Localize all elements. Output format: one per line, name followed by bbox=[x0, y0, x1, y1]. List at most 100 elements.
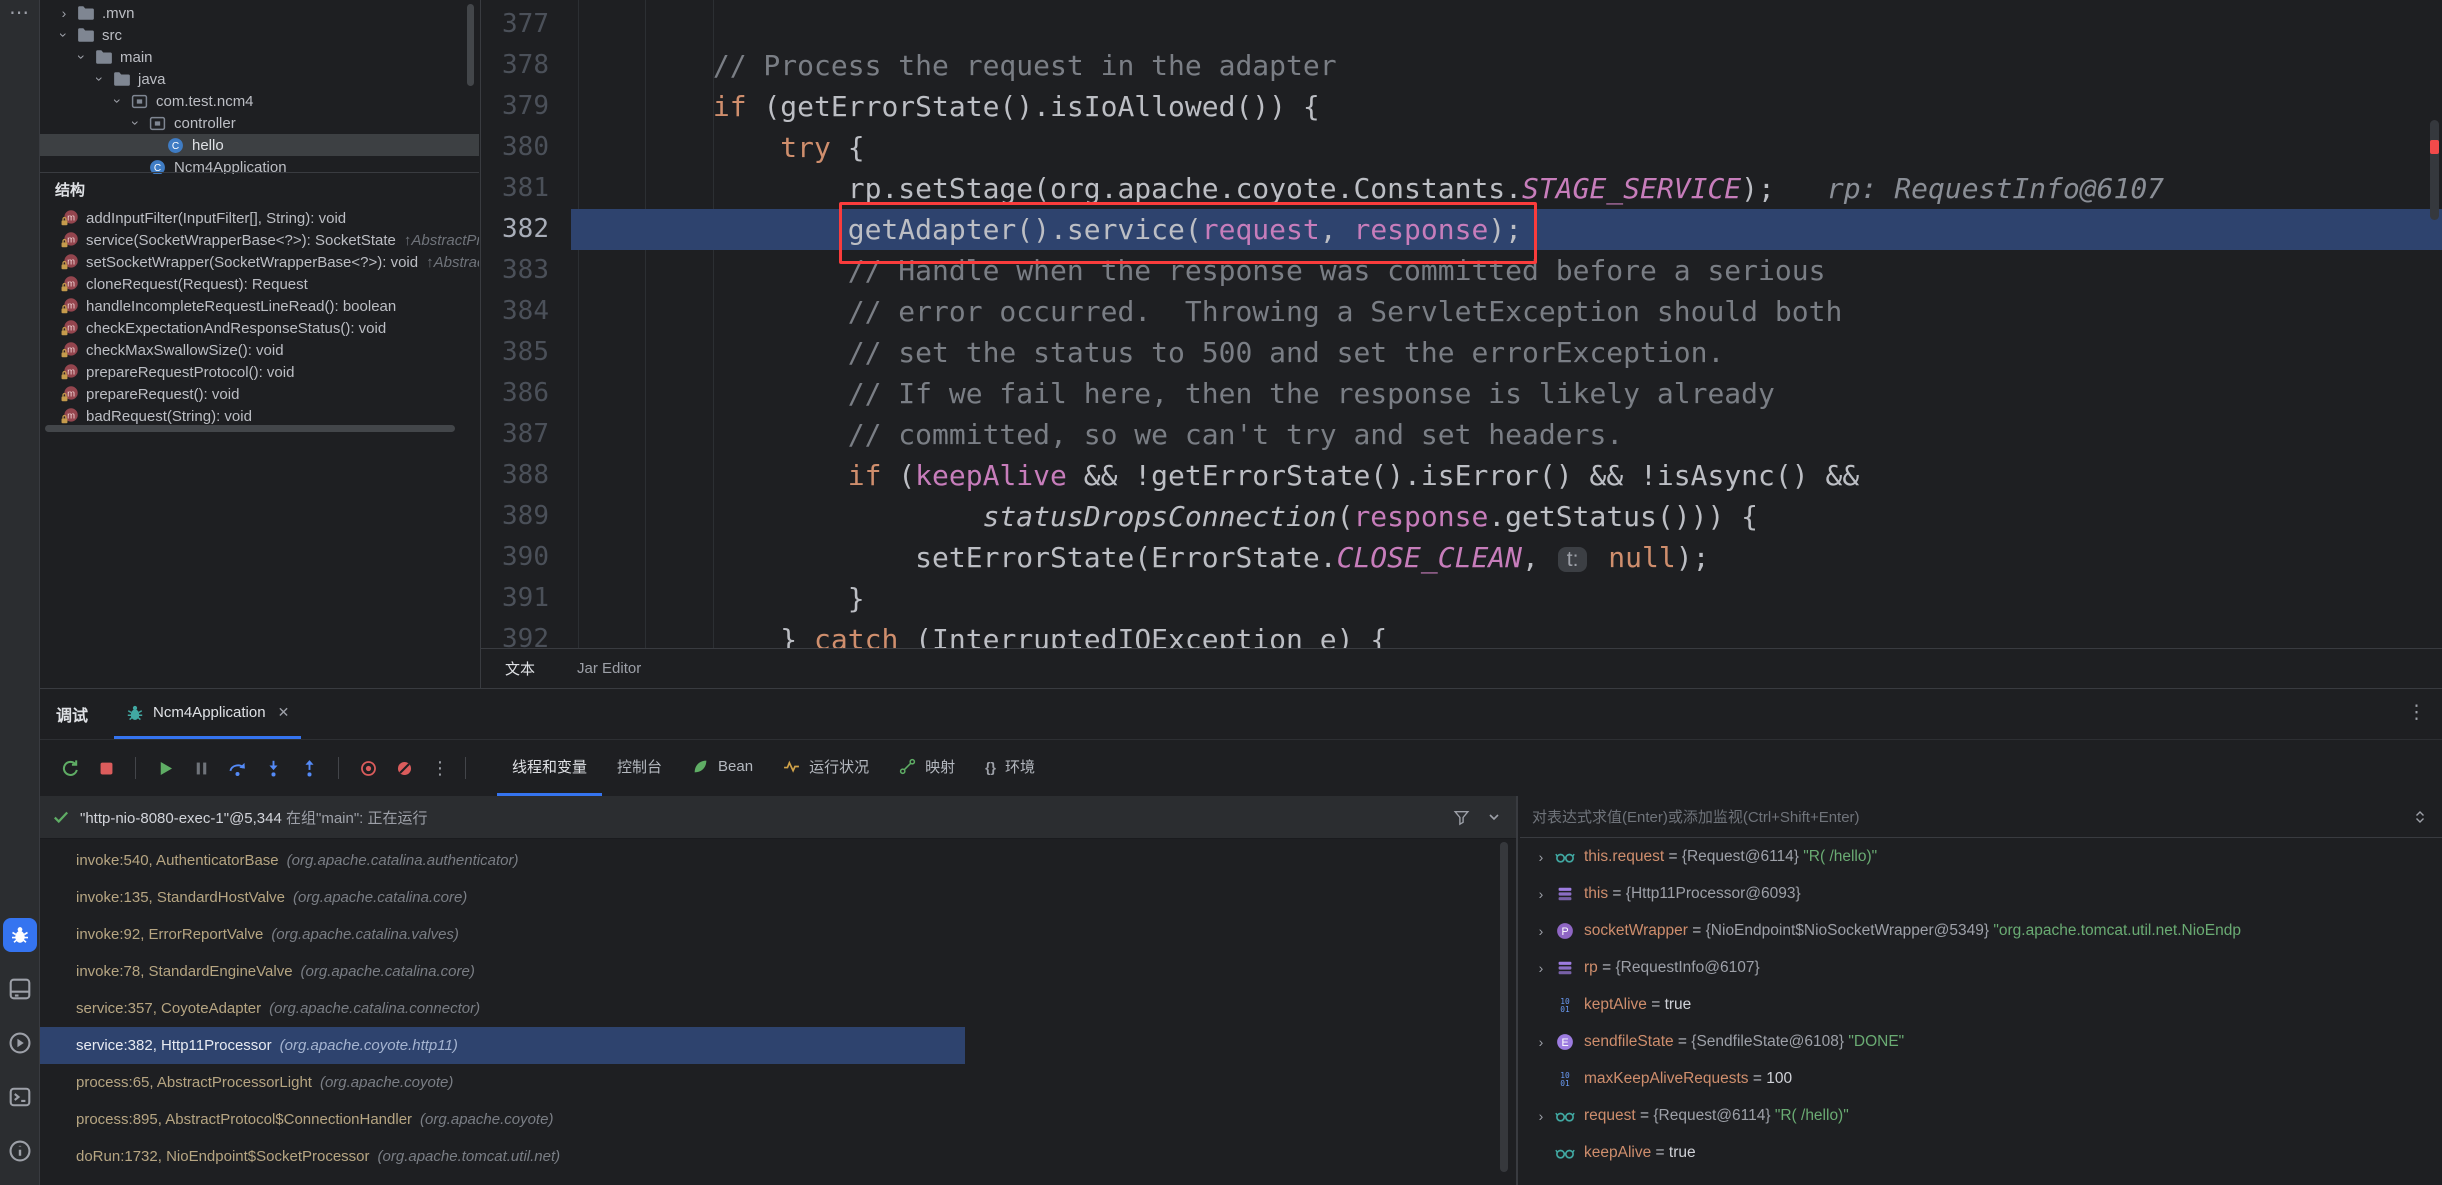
structure-method-item[interactable]: maddInputFilter(InputFilter[], String): … bbox=[40, 207, 479, 229]
evaluate-expression-field[interactable]: 对表达式求值(Enter)或添加监视(Ctrl+Shift+Enter) bbox=[1520, 796, 2442, 838]
expanded-chevron-icon[interactable]: › bbox=[71, 47, 93, 67]
resume-button[interactable] bbox=[149, 752, 181, 784]
code-line[interactable]: 387 // committed, so we can't try and se… bbox=[481, 414, 2442, 455]
structure-method-item[interactable]: mcloneRequest(Request): Request bbox=[40, 273, 479, 295]
chevron-down-icon[interactable] bbox=[1486, 809, 1502, 825]
debug-tab-线程和变量[interactable]: 线程和变量 bbox=[497, 740, 602, 796]
rail-tool-info[interactable] bbox=[3, 1134, 37, 1168]
line-number[interactable]: 391 bbox=[481, 578, 571, 619]
code-line[interactable]: 379 if (getErrorState().isIoAllowed()) { bbox=[481, 86, 2442, 127]
kebab-menu-icon[interactable]: ⋮ bbox=[2407, 701, 2426, 724]
line-number[interactable]: 384 bbox=[481, 291, 571, 332]
horizontal-scrollbar[interactable] bbox=[45, 425, 455, 432]
rail-tool-debug[interactable] bbox=[3, 918, 37, 952]
code-line[interactable]: 378 // Process the request in the adapte… bbox=[481, 45, 2442, 86]
collapsed-chevron-icon[interactable]: › bbox=[1530, 849, 1552, 865]
variable-row[interactable]: 1001keptAlive = true bbox=[1520, 986, 2442, 1023]
structure-method-item[interactable]: mservice(SocketWrapperBase<?>): SocketSt… bbox=[40, 229, 479, 251]
collapsed-chevron-icon[interactable]: › bbox=[54, 2, 74, 24]
debug-session-tab[interactable]: Ncm4Application ✕ bbox=[114, 689, 301, 739]
rerun-button[interactable] bbox=[54, 752, 86, 784]
expanded-chevron-icon[interactable]: › bbox=[89, 69, 111, 89]
variable-row[interactable]: ›PsocketWrapper = {NioEndpoint$NioSocket… bbox=[1520, 912, 2442, 949]
code-line[interactable]: 384 // error occurred. Throwing a Servle… bbox=[481, 291, 2442, 332]
structure-method-item[interactable]: mcheckExpectationAndResponseStatus(): vo… bbox=[40, 317, 479, 339]
code-line[interactable]: 386 // If we fail here, then the respons… bbox=[481, 373, 2442, 414]
tree-item-controller[interactable]: ›controller bbox=[40, 112, 479, 134]
structure-method-item[interactable]: mprepareRequestProtocol(): void bbox=[40, 361, 479, 383]
code-line[interactable]: 380 try { bbox=[481, 127, 2442, 168]
structure-method-item[interactable]: mprepareRequest(): void bbox=[40, 383, 479, 405]
code-line[interactable]: 381 rp.setStage(org.apache.coyote.Consta… bbox=[481, 168, 2442, 209]
line-number[interactable]: 380 bbox=[481, 127, 571, 168]
mute-breakpoints-button[interactable] bbox=[388, 752, 420, 784]
expand-collapse-icon[interactable] bbox=[2412, 809, 2428, 825]
rail-tool-terminal[interactable] bbox=[3, 1080, 37, 1114]
stack-frame[interactable]: run:49, SocketProcessorBase(org.apache.t… bbox=[40, 1175, 1516, 1185]
variable-row[interactable]: ›request = {Request@6114} "R( /hello)" bbox=[1520, 1097, 2442, 1134]
view-breakpoints-button[interactable] bbox=[352, 752, 384, 784]
tree-item-.mvn[interactable]: ›.mvn bbox=[40, 2, 479, 24]
line-number[interactable]: 388 bbox=[481, 455, 571, 496]
stack-frame[interactable]: process:895, AbstractProtocol$Connection… bbox=[40, 1101, 1516, 1138]
stack-frame[interactable]: invoke:135, StandardHostValve(org.apache… bbox=[40, 879, 1516, 916]
structure-method-item[interactable]: mcheckMaxSwallowSize(): void bbox=[40, 339, 479, 361]
code-line[interactable]: 385 // set the status to 500 and set the… bbox=[481, 332, 2442, 373]
line-number[interactable]: 378 bbox=[481, 45, 571, 86]
line-number[interactable]: 385 bbox=[481, 332, 571, 373]
variable-row[interactable]: ›this.request = {Request@6114} "R( /hell… bbox=[1520, 838, 2442, 875]
debug-tab-环境[interactable]: {}环境 bbox=[970, 740, 1050, 796]
rail-tool-play-circle[interactable] bbox=[3, 1026, 37, 1060]
collapsed-chevron-icon[interactable]: › bbox=[1530, 1108, 1552, 1124]
step-over-button[interactable] bbox=[221, 752, 253, 784]
pause-button[interactable] bbox=[185, 752, 217, 784]
close-icon[interactable]: ✕ bbox=[278, 704, 290, 721]
filter-funnel-icon[interactable] bbox=[1453, 809, 1470, 826]
line-number[interactable]: 386 bbox=[481, 373, 571, 414]
code-line[interactable]: 391 } bbox=[481, 578, 2442, 619]
tree-item-com.test.ncm4[interactable]: ›com.test.ncm4 bbox=[40, 90, 479, 112]
collapsed-chevron-icon[interactable]: › bbox=[1530, 1034, 1552, 1050]
stack-frame[interactable]: service:382, Http11Processor(org.apache.… bbox=[40, 1027, 965, 1064]
editor-tab-文本[interactable]: 文本 bbox=[505, 658, 535, 679]
editor-scrollbar-thumb[interactable] bbox=[2430, 120, 2439, 220]
variable-row[interactable]: 1001maxKeepAliveRequests = 100 bbox=[1520, 1060, 2442, 1097]
line-number[interactable]: 382 bbox=[481, 209, 571, 250]
debug-tab-控制台[interactable]: 控制台 bbox=[602, 740, 677, 796]
rail-tool-panel[interactable] bbox=[3, 972, 37, 1006]
stack-frame[interactable]: doRun:1732, NioEndpoint$SocketProcessor(… bbox=[40, 1138, 1516, 1175]
thread-selector[interactable]: "http-nio-8080-exec-1"@5,344 在组"main": 正… bbox=[40, 796, 1516, 839]
step-out-button[interactable] bbox=[293, 752, 325, 784]
code-line[interactable]: 383 // Handle when the response was comm… bbox=[481, 250, 2442, 291]
stop-button[interactable] bbox=[90, 752, 122, 784]
variable-row[interactable]: ›rp = {RequestInfo@6107} bbox=[1520, 949, 2442, 986]
code-line[interactable]: 389 statusDropsConnection(response.getSt… bbox=[481, 496, 2442, 537]
code-line[interactable]: 388 if (keepAlive && !getErrorState().is… bbox=[481, 455, 2442, 496]
step-into-button[interactable] bbox=[257, 752, 289, 784]
line-number[interactable]: 381 bbox=[481, 168, 571, 209]
expanded-chevron-icon[interactable]: › bbox=[107, 91, 129, 111]
stack-frame[interactable]: service:357, CoyoteAdapter(org.apache.ca… bbox=[40, 990, 1516, 1027]
line-number[interactable]: 379 bbox=[481, 86, 571, 127]
tree-item-src[interactable]: ›src bbox=[40, 24, 479, 46]
structure-method-item[interactable]: msetSocketWrapper(SocketWrapperBase<?>):… bbox=[40, 251, 479, 273]
code-line[interactable]: 377 bbox=[481, 4, 2442, 45]
more-tool-windows-icon[interactable]: ⋯ bbox=[0, 0, 40, 25]
collapsed-chevron-icon[interactable]: › bbox=[1530, 923, 1552, 939]
structure-method-item[interactable]: mbadRequest(String): void bbox=[40, 405, 479, 427]
kebab-button[interactable]: ⋮ bbox=[424, 752, 456, 784]
debug-tab-运行状况[interactable]: 运行状况 bbox=[768, 740, 884, 796]
execution-stripe-marker[interactable] bbox=[2430, 140, 2439, 154]
stack-frame[interactable]: invoke:92, ErrorReportValve(org.apache.c… bbox=[40, 916, 1516, 953]
code-line[interactable]: 392 } catch (InterruptedIOException e) { bbox=[481, 619, 2442, 648]
line-number[interactable]: 389 bbox=[481, 496, 571, 537]
code-line[interactable]: 382 getAdapter().service(request, respon… bbox=[481, 209, 2442, 250]
tree-item-java[interactable]: ›java bbox=[40, 68, 479, 90]
variable-row[interactable]: ›EsendfileState = {SendfileState@6108} "… bbox=[1520, 1023, 2442, 1060]
collapsed-chevron-icon[interactable]: › bbox=[1530, 886, 1552, 902]
code-line[interactable]: 390 setErrorState(ErrorState.CLOSE_CLEAN… bbox=[481, 537, 2442, 578]
tree-item-hello[interactable]: Chello bbox=[40, 134, 479, 156]
line-number[interactable]: 383 bbox=[481, 250, 571, 291]
line-number[interactable]: 387 bbox=[481, 414, 571, 455]
variable-row[interactable]: keepAlive = true bbox=[1520, 1134, 2442, 1171]
